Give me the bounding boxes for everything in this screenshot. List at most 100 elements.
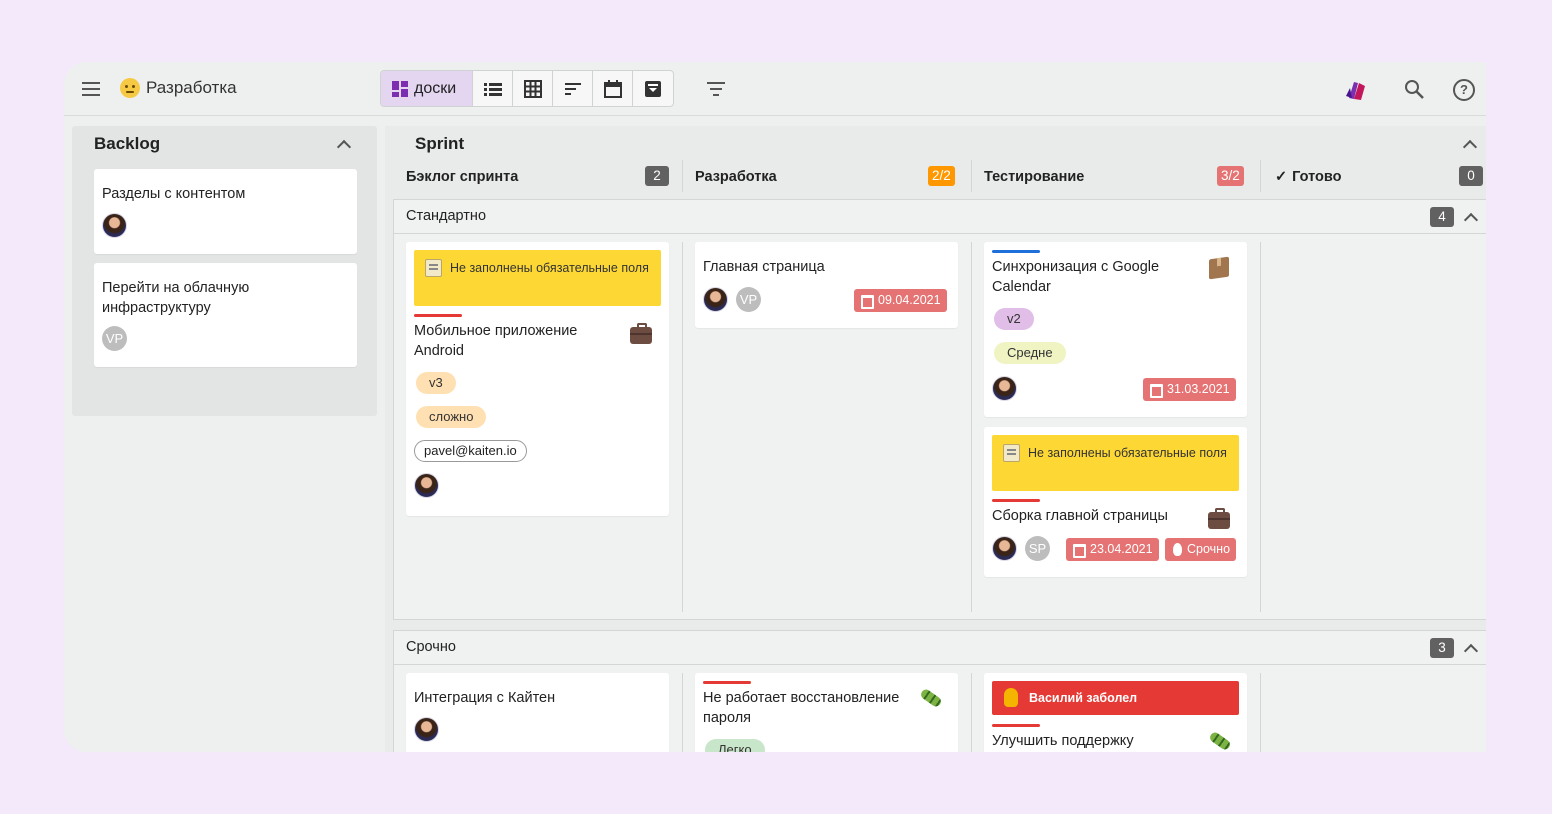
avatar[interactable] [414, 473, 439, 498]
warning-text: Не заполнены обязательные поля [450, 261, 649, 275]
tag[interactable]: v2 [994, 308, 1034, 330]
required-fields-warning: Не заполнены обязательные поля [414, 250, 661, 306]
tag[interactable]: v3 [416, 372, 456, 394]
column-count: 2 [645, 166, 669, 186]
column-count: 0 [1459, 166, 1483, 186]
swimlane-title: Срочно [406, 639, 456, 655]
column-divider [1260, 160, 1261, 192]
column-divider [682, 242, 683, 612]
board-title-text: Разработка [146, 78, 237, 97]
app-window: Разработка доски ? Backlog Разделы с кон… [64, 62, 1486, 752]
task-card[interactable]: Интеграция с Кайтен [406, 673, 669, 752]
view-list-button[interactable] [473, 71, 513, 106]
sprint-title: Sprint [415, 134, 465, 153]
task-card[interactable]: Синхронизация с Google Calendar v2 Средн… [984, 242, 1247, 417]
collapse-lane-icon[interactable] [1463, 643, 1479, 659]
smiley-icon [120, 78, 140, 98]
package-icon [1209, 256, 1229, 280]
priority-bar [992, 499, 1040, 502]
column-header[interactable]: Бэклог спринта [406, 166, 518, 188]
column-header-label: Готово [1292, 169, 1342, 185]
archive-icon [645, 80, 661, 97]
memo-icon [425, 259, 442, 277]
view-switcher: доски [380, 70, 674, 107]
card-title: Сборка главной страницы [992, 508, 1168, 524]
collapse-lane-icon[interactable] [1463, 212, 1479, 228]
avatar[interactable] [992, 376, 1017, 401]
column-divider [971, 160, 972, 192]
due-date-badge[interactable]: 09.04.2021 [854, 289, 947, 312]
swimlane-header[interactable]: Срочно 3 [394, 631, 1486, 665]
column-divider [682, 160, 683, 192]
blocker-text: Василий заболел [1029, 691, 1138, 705]
view-archive-button[interactable] [633, 71, 673, 106]
task-card[interactable]: Не заполнены обязательные поля Сборка гл… [984, 427, 1247, 577]
avatar[interactable] [703, 287, 728, 312]
backlog-column: Backlog Разделы с контентом Перейти на о… [72, 126, 377, 416]
raised-hand-icon [1004, 688, 1018, 707]
column-header[interactable]: Тестирование [984, 166, 1084, 188]
card-title: Перейти на облачную инфраструктуру [102, 280, 250, 316]
task-card[interactable]: Василий заболел Улучшить поддержку [984, 673, 1247, 752]
swimlane-header[interactable]: Стандартно 4 [394, 200, 1486, 234]
board-title[interactable]: Разработка [120, 78, 237, 98]
avatar-initials[interactable]: SP [1025, 536, 1050, 561]
search-icon[interactable] [1404, 79, 1424, 99]
card-title: Разделы с контентом [102, 186, 246, 202]
column-divider [1260, 673, 1261, 752]
tag[interactable]: сложно [416, 406, 487, 428]
backlog-card[interactable]: Перейти на облачную инфраструктуру VP [94, 263, 357, 367]
swimlane-title: Стандартно [406, 208, 487, 224]
collapse-sprint-icon[interactable] [1462, 139, 1478, 155]
collapse-backlog-icon[interactable] [336, 139, 352, 155]
task-card[interactable]: Главная страница VP 09.04.2021 [695, 242, 958, 328]
avatar[interactable] [102, 213, 127, 238]
help-icon[interactable]: ? [1453, 79, 1475, 101]
avatar-initials[interactable]: VP [102, 326, 127, 351]
sprint-board: Sprint Бэклог спринта 2 Разработка 2/2 Т… [385, 126, 1486, 752]
briefcase-icon [1208, 508, 1230, 529]
swimlane-count: 4 [1430, 207, 1454, 227]
briefcase-icon [630, 323, 652, 344]
timeline-icon [564, 82, 581, 95]
swimlane-urgent: Срочно 3 Интеграция с Кайтен Не работает… [393, 630, 1486, 752]
due-date-badge[interactable]: 23.04.2021 [1066, 538, 1159, 561]
task-card[interactable]: Не заполнены обязательные поля Мобильное… [406, 242, 669, 516]
top-bar: Разработка доски ? [64, 62, 1486, 116]
kaiten-logo-icon[interactable] [1346, 80, 1368, 100]
filter-icon[interactable] [706, 81, 726, 97]
column-header[interactable]: Разработка [695, 166, 777, 188]
priority-bar [703, 681, 751, 684]
list-icon [483, 82, 502, 96]
column-divider [971, 242, 972, 612]
urgent-badge[interactable]: Срочно [1165, 538, 1237, 561]
hamburger-menu-icon[interactable] [80, 78, 102, 100]
card-title: Улучшить поддержку [992, 733, 1134, 749]
column-header[interactable]: ✓ Готово [1275, 166, 1342, 188]
view-timeline-button[interactable] [553, 71, 593, 106]
column-divider [682, 673, 683, 752]
calendar-icon [603, 79, 622, 98]
swimlane-standard: Стандартно 4 Не заполнены обязательные п… [393, 199, 1486, 620]
avatar[interactable] [992, 536, 1017, 561]
view-boards-button[interactable]: доски [381, 71, 473, 106]
avatar-initials[interactable]: VP [736, 287, 761, 312]
tag[interactable]: Легко [705, 739, 765, 752]
blocker-banner: Василий заболел [992, 681, 1239, 715]
column-divider [971, 673, 972, 752]
email-chip[interactable]: pavel@kaiten.io [414, 440, 527, 462]
warning-text: Не заполнены обязательные поля [1028, 446, 1227, 460]
required-fields-warning: Не заполнены обязательные поля [992, 435, 1239, 491]
view-table-button[interactable] [513, 71, 553, 106]
avatar[interactable] [414, 717, 439, 742]
card-title: Не работает восстановление пароля [703, 690, 900, 726]
memo-icon [1003, 444, 1020, 462]
view-calendar-button[interactable] [593, 71, 633, 106]
due-date-badge[interactable]: 31.03.2021 [1143, 378, 1236, 401]
task-card[interactable]: Не работает восстановление пароля Легко [695, 673, 958, 752]
backlog-card[interactable]: Разделы с контентом [94, 169, 357, 254]
priority-bar [414, 314, 462, 317]
column-count: 2/2 [928, 166, 955, 186]
card-title: Интеграция с Кайтен [414, 690, 556, 706]
tag[interactable]: Средне [994, 342, 1066, 364]
